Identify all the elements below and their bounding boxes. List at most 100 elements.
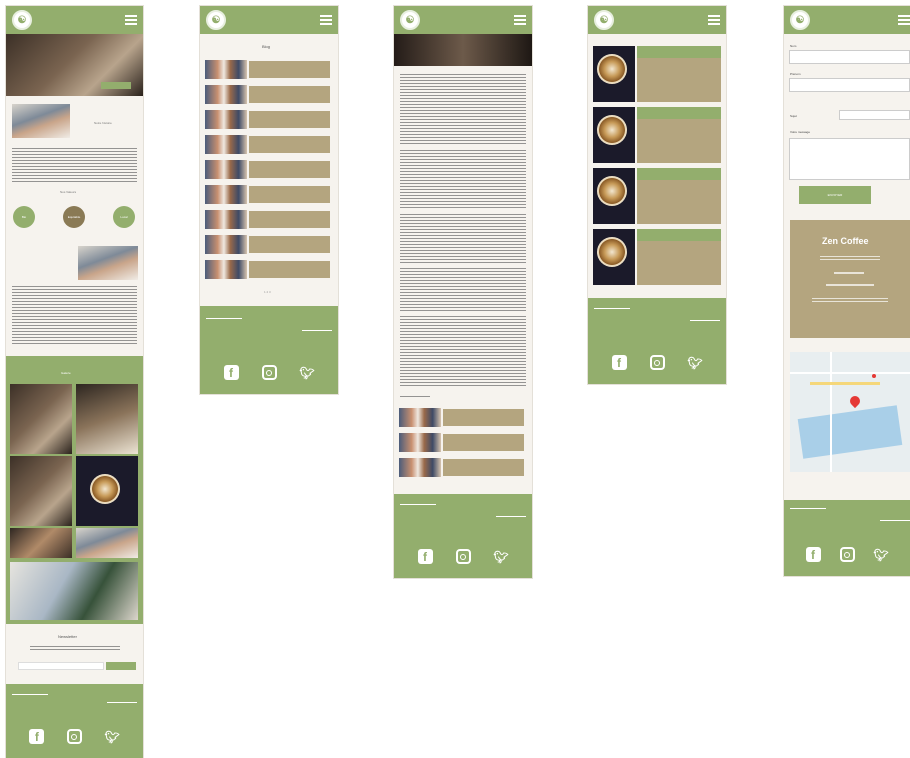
blog-post-row[interactable] — [205, 210, 330, 229]
article-paragraph — [400, 268, 526, 312]
value-circle-2: Equitable — [63, 206, 85, 228]
twitter-icon[interactable]: 🐦︎ — [873, 547, 888, 562]
pagination[interactable]: 1 2 3 — [264, 290, 271, 294]
map[interactable] — [790, 352, 910, 472]
shop-phone — [834, 272, 864, 274]
newsletter-input[interactable] — [18, 662, 104, 670]
value-circle-3: Local — [113, 206, 135, 228]
instagram-icon[interactable] — [455, 549, 471, 564]
shop-hours — [812, 298, 888, 304]
footer-address — [400, 504, 436, 516]
footer-hours — [302, 330, 332, 336]
instagram-icon[interactable] — [261, 365, 277, 380]
gallery-photo[interactable] — [10, 456, 72, 526]
menu-icon[interactable] — [320, 15, 332, 25]
newsletter-text — [30, 646, 120, 652]
field-label: Votre message — [790, 130, 811, 134]
footer: f 🐦︎ — [200, 306, 338, 394]
submit-button[interactable]: ENVOYER — [799, 186, 871, 204]
menu-icon[interactable] — [708, 15, 720, 25]
logo[interactable]: ☯ — [400, 10, 420, 30]
about-text — [12, 148, 137, 182]
logo[interactable]: ☯ — [12, 10, 32, 30]
about-image — [12, 104, 70, 138]
article-hero — [394, 34, 532, 66]
gallery-photo[interactable] — [76, 384, 138, 454]
gallery-photo[interactable] — [10, 384, 72, 454]
home-screen: ☯ Notre histoire Nos Valeurs Bio Equitab… — [6, 6, 143, 758]
article-paragraph — [400, 316, 526, 386]
facebook-icon[interactable]: f — [611, 355, 627, 370]
value-circle-1: Bio — [13, 206, 35, 228]
twitter-icon[interactable]: 🐦︎ — [105, 729, 120, 744]
logo[interactable]: ☯ — [790, 10, 810, 30]
footer: f 🐦︎ — [784, 500, 910, 576]
name-field[interactable] — [789, 50, 910, 64]
twitter-icon[interactable]: 🐦︎ — [687, 355, 702, 370]
product-row[interactable] — [593, 107, 721, 163]
footer-hours — [690, 320, 720, 326]
product-row[interactable] — [593, 46, 721, 102]
subject-field[interactable] — [839, 110, 910, 120]
footer: f 🐦︎ — [588, 298, 726, 384]
gallery-photo[interactable] — [10, 562, 138, 620]
firstname-field[interactable] — [789, 78, 910, 92]
footer-hours — [496, 516, 526, 522]
blog-post-row[interactable] — [205, 235, 330, 254]
facebook-icon[interactable]: f — [805, 547, 821, 562]
footer: f 🐦︎ — [6, 684, 143, 758]
blog-post-row[interactable] — [205, 135, 330, 154]
menu-icon[interactable] — [898, 15, 910, 25]
instagram-icon[interactable] — [66, 729, 82, 744]
article-paragraph — [400, 74, 526, 144]
menu-icon[interactable] — [125, 15, 137, 25]
blog-post-row[interactable] — [205, 85, 330, 104]
about-title: Notre histoire — [94, 121, 112, 125]
gallery-photo[interactable] — [10, 528, 72, 558]
blog-post-row[interactable] — [205, 185, 330, 204]
footer-hours — [880, 520, 910, 526]
blog-post-row[interactable] — [205, 110, 330, 129]
logo[interactable]: ☯ — [206, 10, 226, 30]
product-row[interactable] — [593, 229, 721, 285]
header: ☯ — [200, 6, 338, 34]
twitter-icon[interactable]: 🐦︎ — [299, 365, 314, 380]
twitter-icon[interactable]: 🐦︎ — [493, 549, 508, 564]
menu-icon[interactable] — [514, 15, 526, 25]
related-post-row[interactable] — [399, 458, 524, 477]
products-screen: ☯ f 🐦︎ — [588, 6, 726, 384]
instagram-icon[interactable] — [649, 355, 665, 370]
blog-post-row[interactable] — [205, 160, 330, 179]
facebook-icon[interactable]: f — [417, 549, 433, 564]
article-paragraph — [400, 214, 526, 264]
footer-address — [206, 318, 242, 330]
social-links: f 🐦︎ — [588, 355, 726, 370]
history-image — [78, 246, 138, 280]
newsletter-title: Newsletter — [58, 634, 77, 639]
history-text — [12, 286, 137, 346]
hero-button[interactable] — [101, 82, 131, 89]
social-links: f 🐦︎ — [784, 547, 910, 562]
message-field[interactable] — [789, 138, 910, 180]
gallery-title: Galerie — [61, 371, 71, 375]
related-post-row[interactable] — [399, 433, 524, 452]
footer-address — [790, 508, 826, 520]
newsletter-submit[interactable] — [106, 662, 136, 670]
logo[interactable]: ☯ — [594, 10, 614, 30]
blog-post-row[interactable] — [205, 60, 330, 79]
header: ☯ — [784, 6, 910, 34]
blog-post-row[interactable] — [205, 260, 330, 279]
gallery-photo[interactable] — [76, 528, 138, 558]
facebook-icon[interactable]: f — [29, 729, 45, 744]
facebook-icon[interactable]: f — [223, 365, 239, 380]
product-row[interactable] — [593, 168, 721, 224]
blog-screen: ☯ Blog 1 2 3 f 🐦︎ — [200, 6, 338, 394]
header: ☯ — [394, 6, 532, 34]
shop-address — [820, 256, 880, 262]
gallery-photo[interactable] — [76, 456, 138, 526]
instagram-icon[interactable] — [839, 547, 855, 562]
related-post-row[interactable] — [399, 408, 524, 427]
values-title: Nos Valeurs — [60, 190, 77, 194]
social-links: f 🐦︎ — [394, 549, 532, 564]
gallery-section: Galerie — [6, 356, 143, 624]
